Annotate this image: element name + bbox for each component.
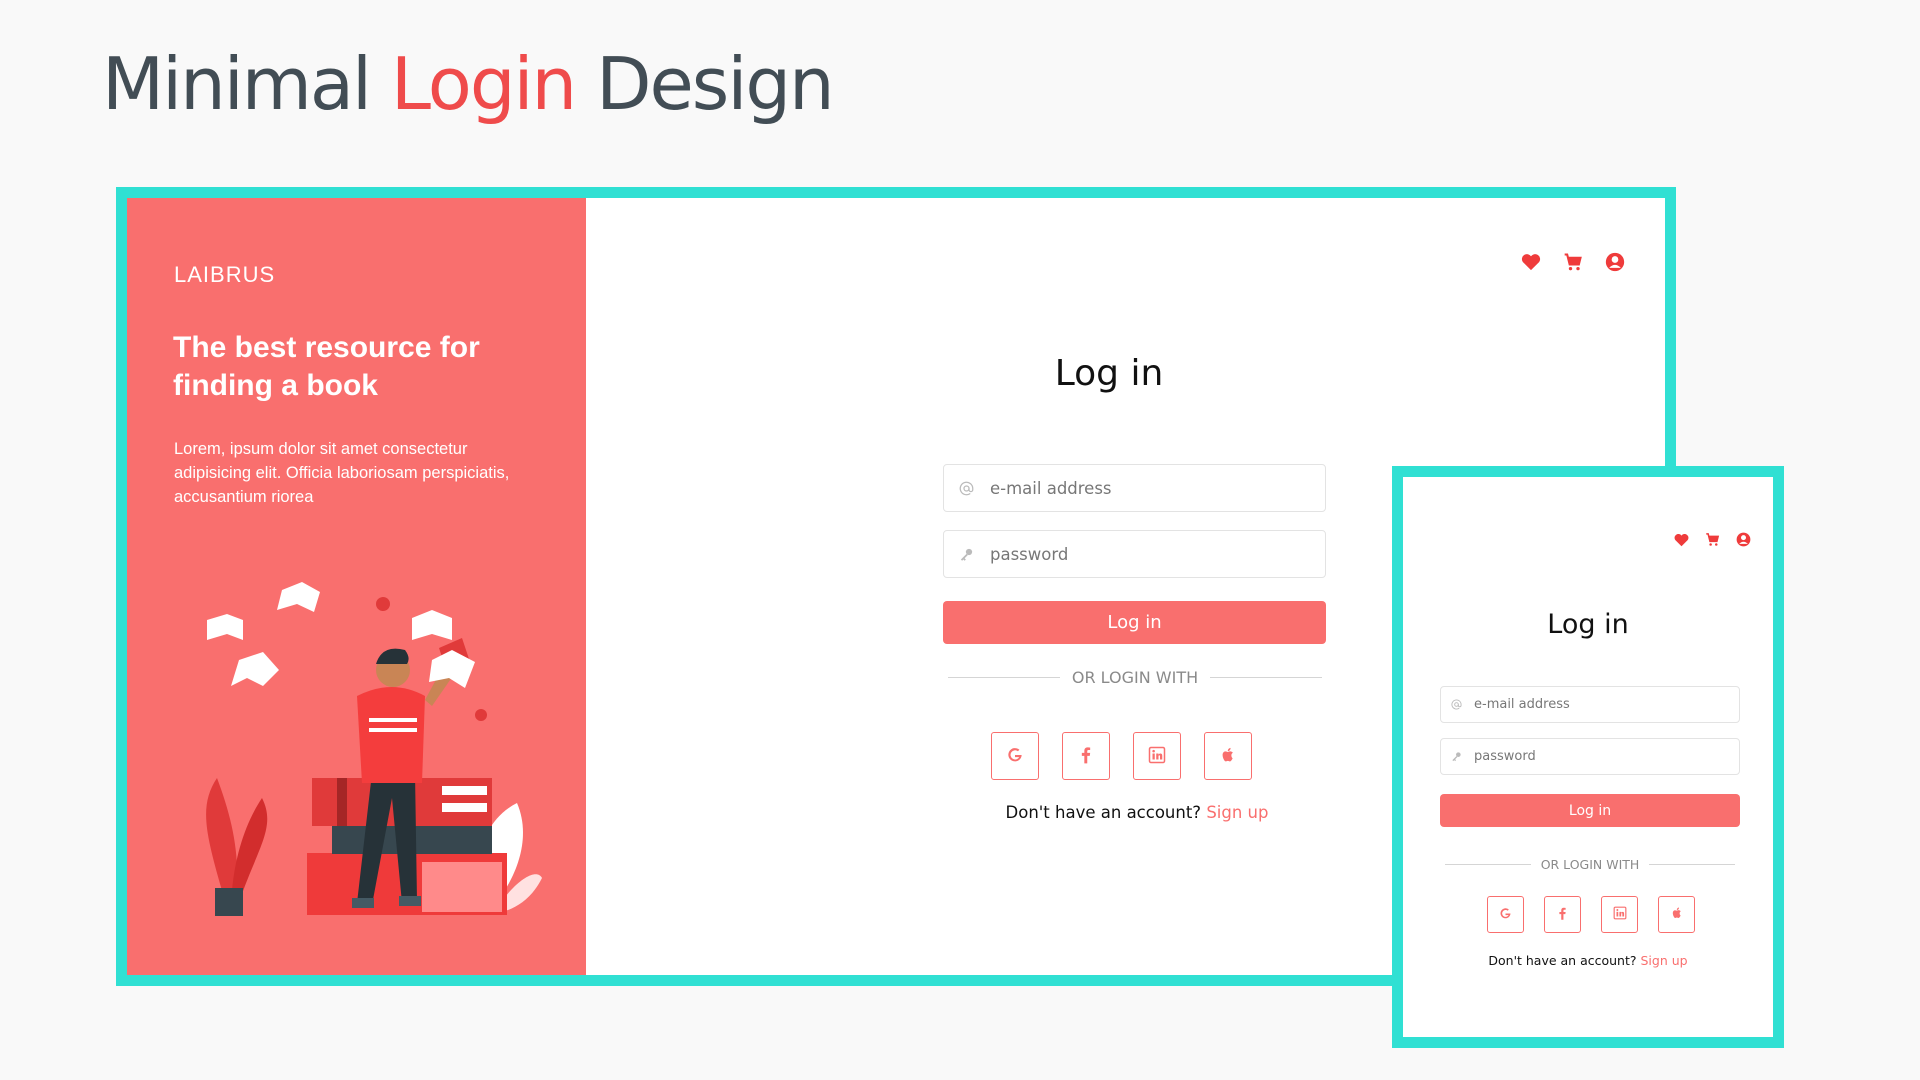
user-circle-icon[interactable] (1736, 532, 1751, 552)
signup-link[interactable]: Sign up (1641, 953, 1688, 968)
google-login-button[interactable] (1487, 896, 1524, 933)
linkedin-icon (1148, 746, 1166, 767)
at-icon (1451, 699, 1462, 710)
login-button[interactable]: Log in (1440, 794, 1740, 827)
apple-icon (1219, 746, 1237, 767)
divider-line (1445, 864, 1531, 865)
cart-icon[interactable] (1563, 252, 1583, 277)
apple-login-button[interactable] (1658, 896, 1695, 933)
facebook-icon (1555, 906, 1570, 924)
password-field[interactable] (1440, 738, 1740, 775)
email-field[interactable] (943, 464, 1326, 512)
title-accent: Login (390, 42, 577, 126)
signup-link[interactable]: Sign up (1206, 803, 1268, 822)
divider-text: OR LOGIN WITH (1071, 668, 1199, 687)
signup-prompt: Don't have an account? Sign up (1403, 953, 1773, 968)
login-heading: Log in (1054, 353, 1164, 394)
top-icons (1521, 252, 1625, 277)
apple-icon (1670, 906, 1684, 923)
social-divider: OR LOGIN WITH (948, 668, 1322, 687)
login-button[interactable]: Log in (943, 601, 1326, 644)
linkedin-login-button[interactable] (1601, 896, 1638, 933)
google-login-button[interactable] (991, 732, 1039, 780)
signup-prompt: Don't have an account? Sign up (937, 803, 1337, 822)
page-title: Minimal Login Design (102, 42, 835, 126)
email-input[interactable] (974, 478, 1325, 498)
password-field[interactable] (943, 530, 1326, 578)
social-login-row (1487, 896, 1695, 933)
key-icon (1451, 751, 1462, 762)
divider-line (1210, 677, 1322, 678)
description-text: Lorem, ipsum dolor sit amet consectetur … (174, 440, 510, 506)
title-part-2: Design (596, 42, 835, 126)
at-icon (959, 481, 974, 496)
tagline: The best resource for finding a book (173, 331, 480, 402)
signup-prompt-text: Don't have an account? (1005, 803, 1202, 822)
mobile-mockup: Log in Log in OR LOGIN WITH Don't h (1392, 466, 1784, 1048)
divider-line (1649, 864, 1736, 865)
top-icons (1674, 532, 1751, 552)
title-part-1: Minimal (102, 42, 372, 126)
password-input[interactable] (1462, 749, 1739, 764)
apple-login-button[interactable] (1204, 732, 1252, 780)
linkedin-icon (1613, 906, 1627, 923)
linkedin-login-button[interactable] (1133, 732, 1181, 780)
facebook-login-button[interactable] (1544, 896, 1581, 933)
side-panel: LAIBRUS The best resource for finding a … (127, 198, 586, 975)
divider-text: OR LOGIN WITH (1540, 857, 1640, 872)
heart-icon[interactable] (1521, 253, 1541, 276)
divider-line (948, 677, 1060, 678)
social-divider: OR LOGIN WITH (1445, 857, 1736, 872)
cart-icon[interactable] (1705, 532, 1720, 552)
facebook-login-button[interactable] (1062, 732, 1110, 780)
brand-logo[interactable]: LAIBRUS (174, 262, 275, 288)
google-icon (1005, 745, 1025, 768)
password-input[interactable] (974, 544, 1325, 564)
signup-prompt-text: Don't have an account? (1488, 953, 1637, 968)
email-field[interactable] (1440, 686, 1740, 723)
login-heading: Log in (1547, 609, 1629, 640)
heart-icon[interactable] (1674, 533, 1689, 552)
user-circle-icon[interactable] (1605, 252, 1625, 277)
reader-illustration (206, 582, 542, 916)
google-icon (1498, 906, 1513, 924)
social-login-row (991, 732, 1252, 780)
facebook-icon (1076, 745, 1096, 768)
email-input[interactable] (1462, 697, 1739, 712)
key-icon (959, 547, 974, 562)
